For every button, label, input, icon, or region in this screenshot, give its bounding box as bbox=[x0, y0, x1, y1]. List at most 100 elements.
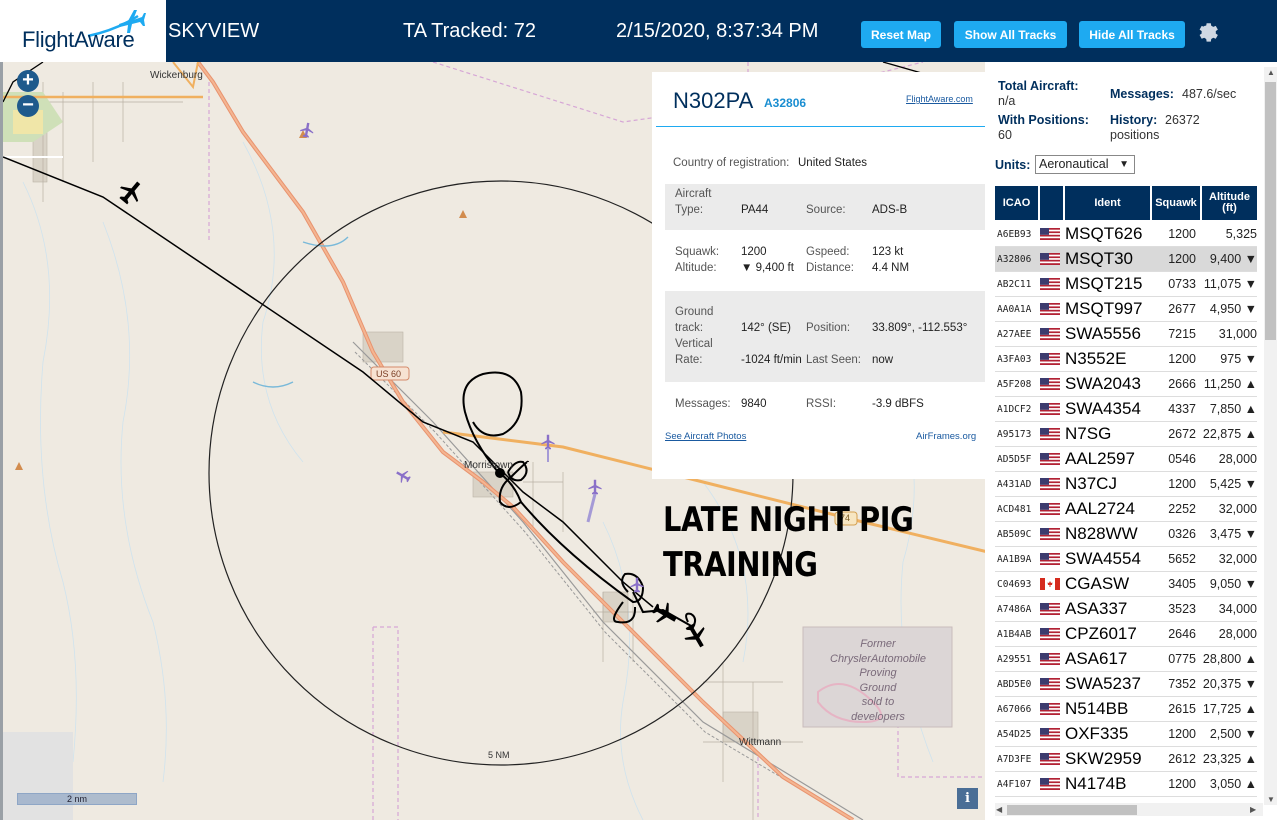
logo-text: FlightAware bbox=[22, 27, 135, 52]
aircraft-type-value: PA44 bbox=[741, 204, 769, 216]
table-row[interactable]: AD5D5F AAL2597 0546 28,000 bbox=[995, 447, 1257, 472]
town-label-wittmann: Wittmann bbox=[739, 737, 782, 748]
row-squawk: 1200 bbox=[1168, 477, 1196, 491]
row-icao: A431AD bbox=[997, 478, 1032, 490]
row-icao: AA1B9A bbox=[997, 553, 1032, 565]
zoom-out-button[interactable]: − bbox=[17, 95, 39, 117]
row-squawk: 1200 bbox=[1168, 252, 1196, 266]
row-altitude: 975 ▼ bbox=[1220, 352, 1257, 366]
row-ident: N514BB bbox=[1065, 699, 1129, 718]
table-row[interactable]: AA1B9A SWA4554 5652 32,000 bbox=[995, 547, 1257, 572]
current-datetime: 2/15/2020, 8:37:34 PM bbox=[616, 20, 819, 42]
col-ident[interactable]: Ident bbox=[1065, 186, 1152, 220]
table-row[interactable]: A27AEE SWA5556 7215 31,000 bbox=[995, 322, 1257, 347]
row-squawk: 2612 bbox=[1168, 752, 1196, 766]
table-row[interactable]: A32806 MSQT30 1200 9,400 ▼ bbox=[995, 247, 1257, 272]
row-ident: N3552E bbox=[1065, 349, 1127, 368]
row-altitude: 17,725 ▲ bbox=[1202, 702, 1257, 716]
altitude-label: Altitude: bbox=[675, 262, 717, 274]
plane-icon[interactable] bbox=[588, 479, 602, 495]
range-ring-label: 5 NM bbox=[488, 750, 510, 760]
plane-icon[interactable] bbox=[649, 598, 681, 629]
row-icao: ABD5E0 bbox=[997, 678, 1032, 690]
table-row[interactable]: AB2C11 MSQT215 0733 11,075 ▼ bbox=[995, 272, 1257, 297]
row-ident: MSQT997 bbox=[1065, 299, 1143, 318]
table-row[interactable]: A7486A ASA337 3523 34,000 bbox=[995, 597, 1257, 622]
hide-all-tracks-button[interactable]: Hide All Tracks bbox=[1079, 21, 1185, 48]
vertical-rate-value: -1024 ft/min bbox=[741, 354, 802, 366]
col-icao[interactable]: ICAO bbox=[995, 186, 1040, 220]
rssi-value: -3.9 dBFS bbox=[872, 398, 924, 410]
col-flag[interactable] bbox=[1040, 186, 1065, 220]
flightaware-link[interactable]: FlightAware.com bbox=[906, 94, 973, 104]
table-row[interactable]: A95173 N7SG 2672 22,875 ▲ bbox=[995, 422, 1257, 447]
row-icao: A1B4AB bbox=[997, 628, 1032, 640]
divider bbox=[656, 126, 985, 127]
units-select[interactable]: Aeronautical ▼ bbox=[1035, 155, 1135, 174]
table-row[interactable]: A67066 N514BB 2615 17,725 ▲ bbox=[995, 697, 1257, 722]
vertical-scrollbar-thumb[interactable] bbox=[1265, 82, 1276, 340]
table-row[interactable]: ABD5E0 SWA5237 7352 20,375 ▼ bbox=[995, 672, 1257, 697]
table-row[interactable]: A54D25 OXF335 1200 2,500 ▼ bbox=[995, 722, 1257, 747]
row-ident: SKW2959 bbox=[1065, 749, 1142, 768]
col-squawk[interactable]: Squawk bbox=[1152, 186, 1202, 220]
total-aircraft-label: Total Aircraft: bbox=[998, 79, 1079, 93]
row-altitude: 2,500 ▼ bbox=[1209, 727, 1257, 741]
plane-icon[interactable] bbox=[680, 620, 711, 652]
table-row[interactable]: A3FA03 N3552E 1200 975 ▼ bbox=[995, 347, 1257, 372]
flightaware-logo[interactable]: FlightAware bbox=[0, 0, 167, 62]
row-ident: SWA2043 bbox=[1065, 374, 1141, 393]
row-icao: A3FA03 bbox=[997, 353, 1032, 365]
row-altitude: 9,400 ▼ bbox=[1209, 252, 1257, 266]
row-icao: A7486A bbox=[997, 603, 1032, 615]
plane-icon[interactable] bbox=[393, 467, 412, 486]
scroll-up-icon[interactable]: ▲ bbox=[1267, 68, 1275, 77]
show-all-tracks-button[interactable]: Show All Tracks bbox=[954, 21, 1067, 48]
row-altitude: 20,375 ▼ bbox=[1202, 677, 1257, 691]
scroll-right-icon[interactable]: ▶ bbox=[1250, 805, 1256, 814]
zoom-in-button[interactable]: + bbox=[17, 70, 39, 92]
row-squawk: 3523 bbox=[1168, 602, 1196, 616]
scroll-left-icon[interactable]: ◀ bbox=[996, 805, 1002, 814]
reset-map-button[interactable]: Reset Map bbox=[861, 21, 941, 48]
us-flag-icon bbox=[1040, 653, 1065, 665]
table-row[interactable]: A5F208 SWA2043 2666 11,250 ▲ bbox=[995, 372, 1257, 397]
aircraft-list-panel: Total Aircraft: n/a Messages: 487.6/sec … bbox=[985, 62, 1277, 823]
scroll-down-icon[interactable]: ▼ bbox=[1267, 795, 1275, 804]
table-row[interactable]: A1DCF2 SWA4354 4337 7,850 ▲ bbox=[995, 397, 1257, 422]
row-altitude: 23,325 ▲ bbox=[1202, 752, 1257, 766]
row-icao: AD5D5F bbox=[997, 453, 1032, 465]
see-aircraft-photos-link[interactable]: See Aircraft Photos bbox=[665, 431, 746, 442]
row-squawk: 2666 bbox=[1168, 377, 1196, 391]
table-row[interactable]: ACD481 AAL2724 2252 32,000 bbox=[995, 497, 1257, 522]
table-row[interactable]: A1B4AB CPZ6017 2646 28,000 bbox=[995, 622, 1257, 647]
table-row[interactable]: AB509C N828WW 0326 3,475 ▼ bbox=[995, 522, 1257, 547]
map-info-button[interactable]: i bbox=[957, 788, 978, 809]
row-squawk: 5652 bbox=[1168, 552, 1196, 566]
table-row[interactable]: C04693 CGASW 3405 9,050 ▼ bbox=[995, 572, 1257, 597]
row-ident: MSQT215 bbox=[1065, 274, 1143, 293]
gear-icon[interactable] bbox=[1196, 20, 1220, 44]
messages-label: Messages: bbox=[675, 398, 731, 410]
row-altitude: 4,950 ▼ bbox=[1209, 302, 1257, 316]
us-flag-icon bbox=[1040, 453, 1065, 465]
distance-value: 4.4 NM bbox=[872, 262, 910, 274]
row-squawk: 0775 bbox=[1168, 652, 1196, 666]
table-row[interactable]: A431AD N37CJ 1200 5,425 ▼ bbox=[995, 472, 1257, 497]
airframes-link[interactable]: AirFrames.org bbox=[916, 431, 976, 442]
col-altitude[interactable]: Altitude (ft) bbox=[1202, 186, 1259, 220]
table-row[interactable]: A29551 ASA617 0775 28,800 ▲ bbox=[995, 647, 1257, 672]
table-row[interactable]: A4F107 N4174B 1200 3,050 ▲ bbox=[995, 772, 1257, 797]
row-squawk: 1200 bbox=[1168, 777, 1196, 791]
table-row[interactable]: A6EB93 MSQT626 1200 5,325 bbox=[995, 222, 1257, 247]
selected-aircraft-panel: N302PA A32806 FlightAware.com Country of… bbox=[652, 72, 985, 479]
us-flag-icon bbox=[1040, 228, 1065, 240]
units-selected-value: Aeronautical bbox=[1039, 157, 1109, 171]
table-row[interactable]: A7D3FE SKW2959 2612 23,325 ▲ bbox=[995, 747, 1257, 772]
history-unit: positions bbox=[1110, 128, 1160, 142]
horizontal-scrollbar-thumb[interactable] bbox=[1007, 805, 1137, 815]
table-row[interactable]: AA0A1A MSQT997 2677 4,950 ▼ bbox=[995, 297, 1257, 322]
plane-icon[interactable] bbox=[115, 176, 147, 209]
us-flag-icon bbox=[1040, 303, 1065, 315]
source-value: ADS-B bbox=[872, 204, 908, 216]
